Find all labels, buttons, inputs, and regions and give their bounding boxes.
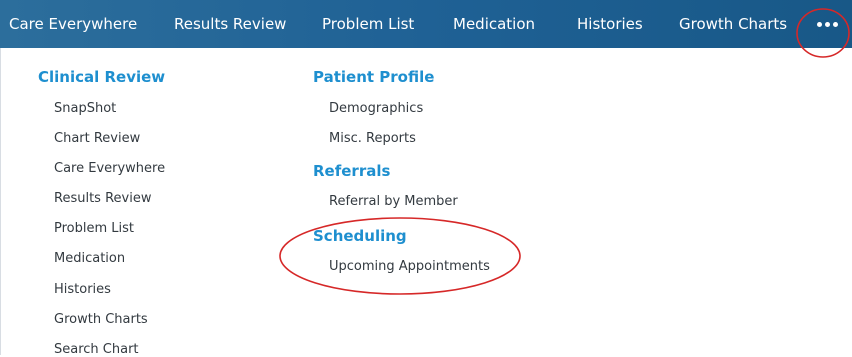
menu-item-demographics[interactable]: Demographics bbox=[329, 101, 423, 116]
menu-item-misc-reports[interactable]: Misc. Reports bbox=[329, 131, 416, 146]
menu-item-results-review[interactable]: Results Review bbox=[54, 191, 151, 206]
top-navigation-bar: Care Everywhere Results Review Problem L… bbox=[0, 0, 852, 48]
section-heading-clinical-review: Clinical Review bbox=[38, 68, 166, 86]
section-heading-referrals: Referrals bbox=[313, 162, 391, 180]
menu-item-problem-list[interactable]: Problem List bbox=[54, 221, 134, 236]
menu-item-medication[interactable]: Medication bbox=[54, 251, 125, 266]
ellipsis-icon[interactable] bbox=[812, 12, 842, 36]
menu-item-snapshot[interactable]: SnapShot bbox=[54, 101, 116, 116]
menu-item-histories[interactable]: Histories bbox=[54, 282, 111, 297]
tab-problem-list[interactable]: Problem List bbox=[322, 0, 414, 48]
menu-item-referral-by-member[interactable]: Referral by Member bbox=[329, 194, 458, 209]
menu-item-chart-review[interactable]: Chart Review bbox=[54, 131, 140, 146]
tab-histories[interactable]: Histories bbox=[577, 0, 643, 48]
tab-growth-charts[interactable]: Growth Charts bbox=[679, 0, 787, 48]
menu-item-upcoming-appointments[interactable]: Upcoming Appointments bbox=[329, 259, 490, 274]
tab-medication[interactable]: Medication bbox=[453, 0, 535, 48]
tab-results-review[interactable]: Results Review bbox=[174, 0, 286, 48]
more-activities-menu: Clinical Review SnapShot Chart Review Ca… bbox=[0, 48, 852, 357]
section-heading-scheduling: Scheduling bbox=[313, 227, 407, 245]
section-heading-patient-profile: Patient Profile bbox=[313, 68, 435, 86]
tab-care-everywhere[interactable]: Care Everywhere bbox=[9, 0, 137, 48]
menu-item-care-everywhere[interactable]: Care Everywhere bbox=[54, 161, 165, 176]
menu-item-growth-charts[interactable]: Growth Charts bbox=[54, 312, 148, 327]
